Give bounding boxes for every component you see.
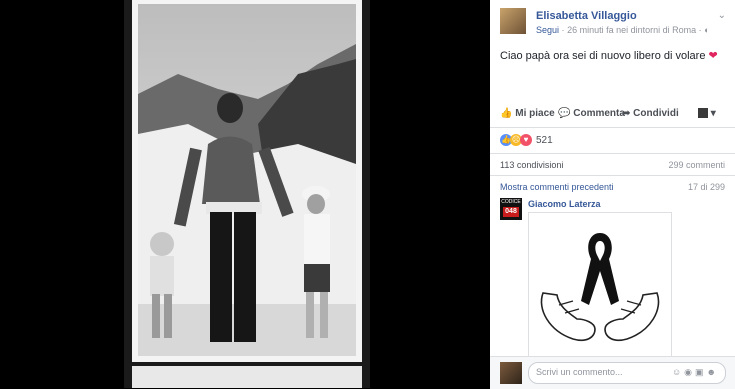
divider: [490, 153, 735, 154]
share-icon: ➦: [622, 108, 631, 119]
photo-viewer: [0, 0, 490, 388]
my-avatar: [500, 362, 522, 384]
chevron-down-icon-2: ▾: [710, 108, 716, 119]
show-previous-comments-link[interactable]: Mostra commenti precedenti: [500, 182, 614, 192]
photo-image: [138, 4, 356, 356]
post-meta: Segui · 26 minuti fa nei dintorni di Rom…: [536, 25, 710, 35]
comment-label: Commenta: [573, 108, 625, 119]
post-time-location[interactable]: 26 minuti fa nei dintorni di Roma: [567, 25, 696, 35]
emoji-icon[interactable]: ☺: [672, 367, 684, 377]
love-reaction-icon: ♥: [520, 134, 532, 146]
globe-icon: ◐: [704, 25, 710, 35]
comment-image[interactable]: [528, 212, 672, 358]
profile-thumb-icon: [698, 108, 708, 119]
post-header: Elisabetta Villaggio Segui · 26 minuti f…: [500, 8, 726, 40]
like-button[interactable]: 👍 Mi piace: [500, 108, 555, 119]
comment-input[interactable]: Scrivi un commento... ☺◉▣☻: [528, 362, 726, 384]
thumbs-up-icon: 👍: [500, 108, 513, 119]
share-count[interactable]: 113 condivisioni: [500, 160, 563, 170]
chevron-down-icon[interactable]: ⌄: [718, 10, 726, 21]
comment-count[interactable]: 299 commenti: [668, 160, 725, 170]
commenter-avatar[interactable]: CODICE 048: [500, 198, 522, 220]
gif-icon[interactable]: ▣: [695, 367, 707, 378]
like-label: Mi piace: [515, 108, 555, 119]
sticker-icon[interactable]: ☻: [707, 367, 719, 377]
comment-icon: 💬: [558, 108, 571, 119]
reaction-selector[interactable]: ▾: [698, 108, 716, 119]
post-message: Ciao papà ora sei di nuovo libero di vol…: [500, 50, 706, 62]
composer-icons: ☺◉▣☻: [672, 367, 719, 378]
post-panel: Elisabetta Villaggio Segui · 26 minuti f…: [490, 0, 735, 389]
divider: [490, 175, 735, 176]
author-avatar[interactable]: [500, 8, 526, 34]
avatar-top-label: CODICE: [501, 199, 521, 205]
meta-separator-2: ·: [698, 25, 702, 35]
comment-composer: Scrivi un commento... ☺◉▣☻: [490, 356, 735, 389]
meta-separator: ·: [561, 25, 565, 35]
vintage-photo[interactable]: [132, 0, 362, 362]
action-bar: 👍 Mi piace 💬 Commenta ➦ Condividi ▾: [490, 106, 735, 124]
share-button[interactable]: ➦ Condividi: [622, 108, 679, 119]
next-photo-strip: [132, 366, 362, 388]
mourning-ribbon-hands-icon: [540, 233, 660, 342]
follow-link[interactable]: Segui: [536, 25, 559, 35]
camera-icon[interactable]: ◉: [684, 367, 695, 378]
comment-pager: 17 di 299: [687, 182, 725, 192]
photo-frame: [124, 0, 370, 388]
reaction-count[interactable]: 521: [536, 135, 553, 146]
author-name[interactable]: Elisabetta Villaggio: [536, 10, 637, 22]
divider: [490, 127, 735, 128]
post-text: Ciao papà ora sei di nuovo libero di vol…: [500, 49, 718, 62]
comment-placeholder: Scrivi un commento...: [536, 367, 623, 377]
heart-emoji: ❤: [708, 50, 718, 62]
comment-button[interactable]: 💬 Commenta: [558, 108, 625, 119]
commenter-name[interactable]: Giacomo Laterza: [528, 199, 601, 209]
share-label: Condividi: [633, 108, 679, 119]
avatar-code: 048: [503, 207, 519, 217]
